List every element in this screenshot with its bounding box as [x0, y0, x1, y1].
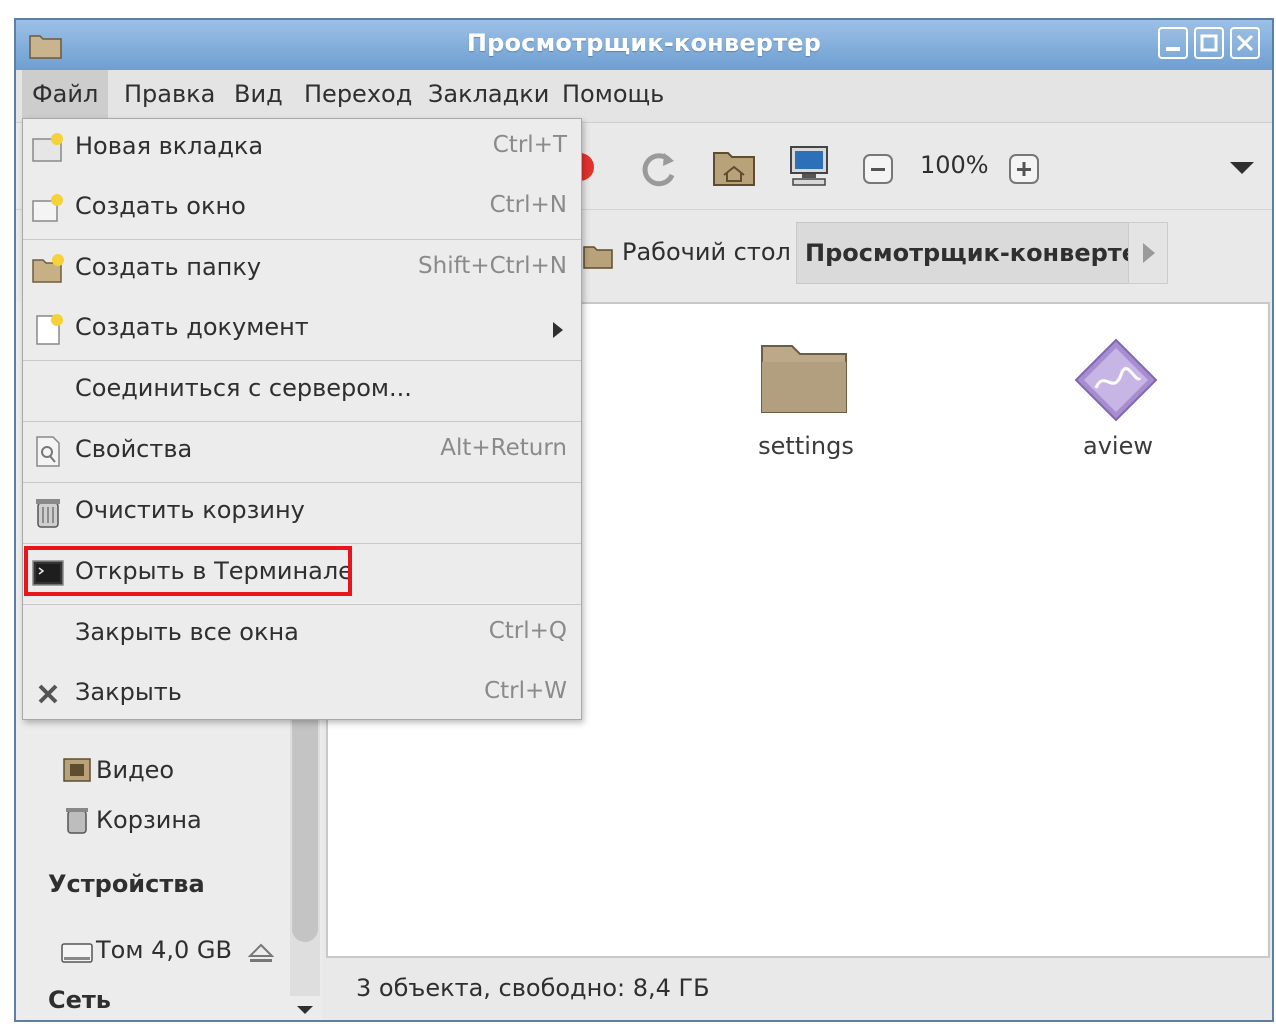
file-label-aview[interactable]: aview	[1038, 432, 1198, 460]
menu-label: Создать папку	[75, 253, 262, 281]
status-bar: 3 объекта, свободно: 8,4 ГБ	[326, 960, 1272, 1020]
menu-label: Создать окно	[75, 192, 246, 220]
menu-label: Очистить корзину	[75, 496, 305, 524]
menu-label: Новая вкладка	[75, 132, 264, 160]
menu-item-empty-trash[interactable]: Очистить корзину	[23, 483, 581, 543]
trash-icon	[66, 808, 88, 834]
menu-label: Свойства	[75, 435, 193, 463]
close-window-button[interactable]	[1230, 27, 1260, 59]
menu-go[interactable]: Переход	[294, 70, 422, 122]
breadcrumb-current[interactable]: Просмотрщик-конвертер	[796, 222, 1165, 284]
menu-item-new-folder[interactable]: Создать папку Shift+Ctrl+N	[23, 240, 581, 300]
menu-label: Закрыть	[75, 678, 182, 706]
app-icon[interactable]	[1074, 338, 1158, 422]
close-icon	[1236, 34, 1254, 52]
new-tab-icon	[32, 133, 63, 162]
menu-help[interactable]: Помощь	[552, 70, 674, 122]
submenu-arrow-icon	[553, 322, 563, 338]
new-window-icon	[32, 194, 63, 222]
new-document-icon	[36, 314, 63, 345]
file-menu-dropdown: Новая вкладка Ctrl+T Создать окно Ctrl+N…	[22, 118, 582, 720]
menu-file[interactable]: Файл	[22, 70, 109, 122]
minimize-button[interactable]	[1158, 27, 1188, 59]
menu-label: Создать документ	[75, 313, 309, 341]
menu-item-new-tab[interactable]: Новая вкладка Ctrl+T	[23, 119, 581, 179]
menu-shortcut: Ctrl+W	[484, 678, 567, 704]
home-folder-icon[interactable]	[712, 145, 756, 189]
highlight-frame	[24, 546, 352, 596]
menu-item-connect-server[interactable]: Соединиться с сервером...	[23, 361, 581, 421]
computer-icon[interactable]	[786, 143, 832, 189]
menu-shortcut: Ctrl+Q	[488, 618, 567, 644]
breadcrumb-desktop[interactable]: Рабочий стол	[622, 222, 791, 284]
maximize-button[interactable]	[1194, 27, 1224, 59]
drive-icon	[61, 943, 93, 963]
sidebar-item-volume[interactable]: Том 4,0 GB	[96, 936, 232, 964]
menu-label: Закрыть все окна	[75, 618, 299, 646]
sidebar-item-video[interactable]: Видео	[96, 756, 174, 784]
chevron-down-icon[interactable]	[1228, 159, 1256, 177]
sidebar-heading-devices: Устройства	[48, 870, 205, 898]
trash-icon	[36, 499, 60, 528]
window-title: Просмотрщик-конвертер	[466, 29, 822, 57]
folder-icon[interactable]	[760, 338, 850, 418]
menu-item-new-window[interactable]: Создать окно Ctrl+N	[23, 179, 581, 239]
menu-edit[interactable]: Правка	[114, 70, 225, 122]
status-text: 3 объекта, свободно: 8,4 ГБ	[356, 974, 710, 1002]
zoom-in-icon[interactable]	[1008, 153, 1040, 185]
sidebar-heading-network: Сеть	[48, 986, 111, 1014]
menu-item-new-document[interactable]: Создать документ	[23, 300, 581, 360]
maximize-icon	[1200, 34, 1218, 52]
video-folder-icon	[63, 758, 91, 782]
menu-shortcut: Ctrl+T	[492, 132, 567, 158]
menu-shortcut: Alt+Return	[440, 435, 567, 461]
sidebar-item-trash[interactable]: Корзина	[96, 806, 202, 834]
menu-item-properties[interactable]: Свойства Alt+Return	[23, 422, 581, 482]
breadcrumb-next-button[interactable]	[1128, 222, 1168, 284]
file-label-settings[interactable]: settings	[726, 432, 886, 460]
chevron-right-icon	[1143, 243, 1155, 263]
menu-bar: Файл Правка Вид Переход Закладки Помощь	[16, 70, 1272, 123]
menu-view[interactable]: Вид	[224, 70, 293, 122]
close-icon	[38, 684, 58, 704]
menu-item-close-all[interactable]: Закрыть все окна Ctrl+Q	[23, 605, 581, 665]
menu-item-close[interactable]: Закрыть Ctrl+W	[23, 665, 581, 725]
new-folder-icon	[32, 254, 64, 283]
menu-bookmarks[interactable]: Закладки	[418, 70, 559, 122]
zoom-level: 100%	[920, 151, 989, 179]
minimize-icon	[1166, 47, 1180, 51]
eject-icon[interactable]	[248, 942, 274, 966]
desktop-folder-icon	[583, 246, 613, 269]
scroll-down-icon[interactable]	[292, 1002, 318, 1018]
menu-label: Соединиться с сервером...	[75, 374, 412, 402]
menu-shortcut: Shift+Ctrl+N	[418, 253, 567, 279]
properties-icon	[36, 436, 60, 467]
zoom-out-icon[interactable]	[862, 153, 894, 185]
title-bar[interactable]: Просмотрщик-конвертер	[16, 20, 1272, 71]
reload-icon[interactable]	[636, 147, 680, 191]
menu-shortcut: Ctrl+N	[489, 192, 567, 218]
